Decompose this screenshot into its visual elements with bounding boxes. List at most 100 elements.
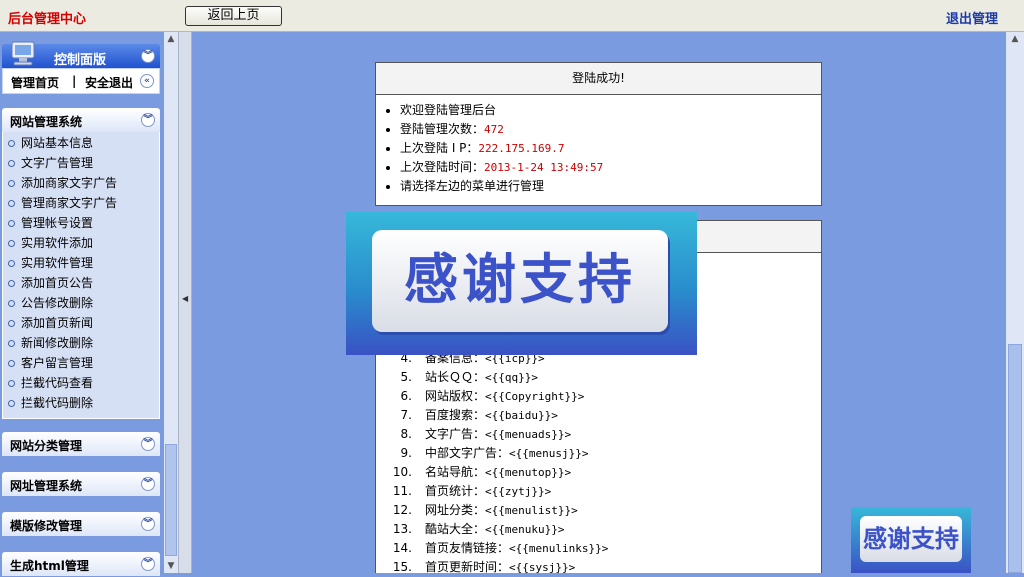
row-content: 网址分类：<{{menulist}}> <box>425 501 578 520</box>
tag-label: 网站版权： <box>425 389 486 403</box>
table-row: 15. 首页更新时间：<{{sysj}}> <box>376 558 596 577</box>
menu-item[interactable]: 拦截代码查看 <box>8 373 93 393</box>
row-content: 首页友情链接：<{{menulinks}}> <box>425 539 608 558</box>
row-content: 酷站大全：<{{menuku}}> <box>425 520 565 539</box>
tag-code: <{{menusj}}> <box>509 447 589 460</box>
menu-item[interactable]: 添加首页公告 <box>8 273 93 293</box>
group-header-url-management[interactable]: 网址管理系统 ︾ <box>2 472 160 496</box>
tag-label: 中部文字广告： <box>425 446 510 460</box>
menu-item[interactable]: 新闻修改删除 <box>8 333 93 353</box>
circle-bullet-icon <box>8 260 15 267</box>
collapse-left-icon[interactable]: ◀ <box>182 294 188 303</box>
circle-bullet-icon <box>8 220 15 227</box>
computer-icon <box>11 41 35 66</box>
list-item: 欢迎登陆管理后台 <box>400 101 821 120</box>
thanks-banner-image: 感谢支持 <box>346 212 697 355</box>
list-item: 请选择左边的菜单进行管理 <box>400 177 821 196</box>
scroll-up-arrow-icon[interactable]: ▲ <box>1006 32 1024 46</box>
menu-item[interactable]: 添加商家文字广告 <box>8 173 117 193</box>
menu-item[interactable]: 拦截代码删除 <box>8 393 93 413</box>
row-content: 站长ＱＱ：<{{qq}}> <box>425 368 538 387</box>
menu-item-label: 新闻修改删除 <box>21 336 94 350</box>
menu-item-label: 添加首页新闻 <box>21 316 94 330</box>
chevron-double-down-icon[interactable]: ︾ <box>141 517 155 531</box>
safe-logout-link[interactable]: 安全退出 <box>85 74 133 91</box>
tag-code: <{{menulist}}> <box>485 504 578 517</box>
chevron-double-left-icon[interactable]: « <box>140 74 154 88</box>
tag-label: 名站导航： <box>425 465 486 479</box>
login-count: 472 <box>484 123 504 136</box>
admin-home-link[interactable]: 管理首页 <box>11 74 59 91</box>
info-label: 上次登陆 I P： <box>400 141 479 155</box>
control-panel-header[interactable]: 控制面版 ︾ <box>2 41 160 68</box>
back-button[interactable]: 返回上页 <box>185 6 282 26</box>
row-number: 9. <box>400 446 412 460</box>
logout-link[interactable]: 退出管理 <box>946 8 998 27</box>
row-number: 11. <box>392 484 412 498</box>
chevron-double-down-icon[interactable]: ︾ <box>141 477 155 491</box>
group-title: 网站管理系统 <box>10 115 83 129</box>
menu-item[interactable]: 管理商家文字广告 <box>8 193 117 213</box>
table-row: 6. 网站版权：<{{Copyright}}> <box>376 387 596 406</box>
group-header-site-management[interactable]: 网站管理系统 ︾ <box>2 108 160 132</box>
scrollbar-thumb[interactable] <box>165 444 177 556</box>
login-info-card: 登陆成功! 欢迎登陆管理后台 登陆管理次数：472 上次登陆 I P：222.1… <box>375 62 822 206</box>
control-panel-title: 控制面版 <box>54 53 107 68</box>
scrollbar-thumb[interactable] <box>1008 344 1022 573</box>
menu-item[interactable]: 添加首页新闻 <box>8 313 93 333</box>
menu-item-label: 拦截代码删除 <box>21 396 94 410</box>
chevron-double-down-icon[interactable]: ︾ <box>141 49 155 63</box>
tag-code: <{{menutop}}> <box>485 466 572 479</box>
menu-item-label: 实用软件添加 <box>21 236 94 250</box>
scroll-down-arrow-icon[interactable]: ▼ <box>164 559 178 573</box>
circle-bullet-icon <box>8 380 15 387</box>
table-row: 7. 百度搜索：<{{baidu}}> <box>376 406 596 425</box>
tag-code: <{{baidu}}> <box>485 409 558 422</box>
chevron-double-down-icon[interactable]: ︾ <box>141 557 155 571</box>
menu-item[interactable]: 公告修改删除 <box>8 293 93 313</box>
circle-bullet-icon <box>8 320 15 327</box>
group-title: 生成html管理 <box>10 559 89 573</box>
table-row: 14. 首页友情链接：<{{menulinks}}> <box>376 539 608 558</box>
sidebar-scrollbar[interactable]: ▲ ▼ <box>164 32 178 573</box>
group-header-category-management[interactable]: 网站分类管理 ︾ <box>2 432 160 456</box>
tag-code: <{{menuku}}> <box>485 523 565 536</box>
tag-label: 酷站大全： <box>425 522 486 536</box>
row-number: 6. <box>400 389 412 403</box>
sidebar-toggle-bar[interactable]: ◀ <box>178 32 192 573</box>
circle-bullet-icon <box>8 340 15 347</box>
menu-item[interactable]: 管理帐号设置 <box>8 213 93 233</box>
menu-item[interactable]: 网站基本信息 <box>8 133 93 153</box>
chevron-double-down-icon[interactable]: ︾ <box>141 113 155 127</box>
menu-item-label: 客户留言管理 <box>21 356 94 370</box>
thanks-mini-banner[interactable]: 感谢支持 <box>851 507 971 573</box>
chevron-double-down-icon[interactable]: ︾ <box>141 437 155 451</box>
menu-item[interactable]: 实用软件添加 <box>8 233 93 253</box>
scroll-up-arrow-icon[interactable]: ▲ <box>164 32 178 46</box>
menu-item[interactable]: 客户留言管理 <box>8 353 93 373</box>
row-number: 10. <box>392 465 412 479</box>
list-item: 上次登陆 I P：222.175.169.7 <box>400 139 821 158</box>
main-scrollbar[interactable]: ▲ <box>1006 32 1024 573</box>
login-info-list: 欢迎登陆管理后台 登陆管理次数：472 上次登陆 I P：222.175.169… <box>376 101 821 196</box>
group-title: 网址管理系统 <box>10 479 83 493</box>
group-header-html-management[interactable]: 生成html管理 ︾ <box>2 552 160 576</box>
table-row: 13. 酷站大全：<{{menuku}}> <box>376 520 596 539</box>
row-number: 14. <box>392 541 412 555</box>
circle-bullet-icon <box>8 400 15 407</box>
menu-item-label: 公告修改删除 <box>21 296 94 310</box>
menu-item-label: 管理帐号设置 <box>21 216 94 230</box>
row-number: 7. <box>400 408 412 422</box>
info-label: 请选择左边的菜单进行管理 <box>400 179 545 193</box>
list-item: 上次登陆时间：2013-1-24 13:49:57 <box>400 158 821 177</box>
tag-label: 首页更新时间： <box>425 560 510 574</box>
list-item: 登陆管理次数：472 <box>400 120 821 139</box>
circle-bullet-icon <box>8 360 15 367</box>
circle-bullet-icon <box>8 200 15 207</box>
menu-item[interactable]: 实用软件管理 <box>8 253 93 273</box>
row-content: 网站版权：<{{Copyright}}> <box>425 387 584 406</box>
tag-label: 首页友情链接： <box>425 541 510 555</box>
menu-item[interactable]: 文字广告管理 <box>8 153 93 173</box>
table-row: 8. 文字广告：<{{menuads}}> <box>376 425 596 444</box>
group-header-template-management[interactable]: 模版修改管理 ︾ <box>2 512 160 536</box>
